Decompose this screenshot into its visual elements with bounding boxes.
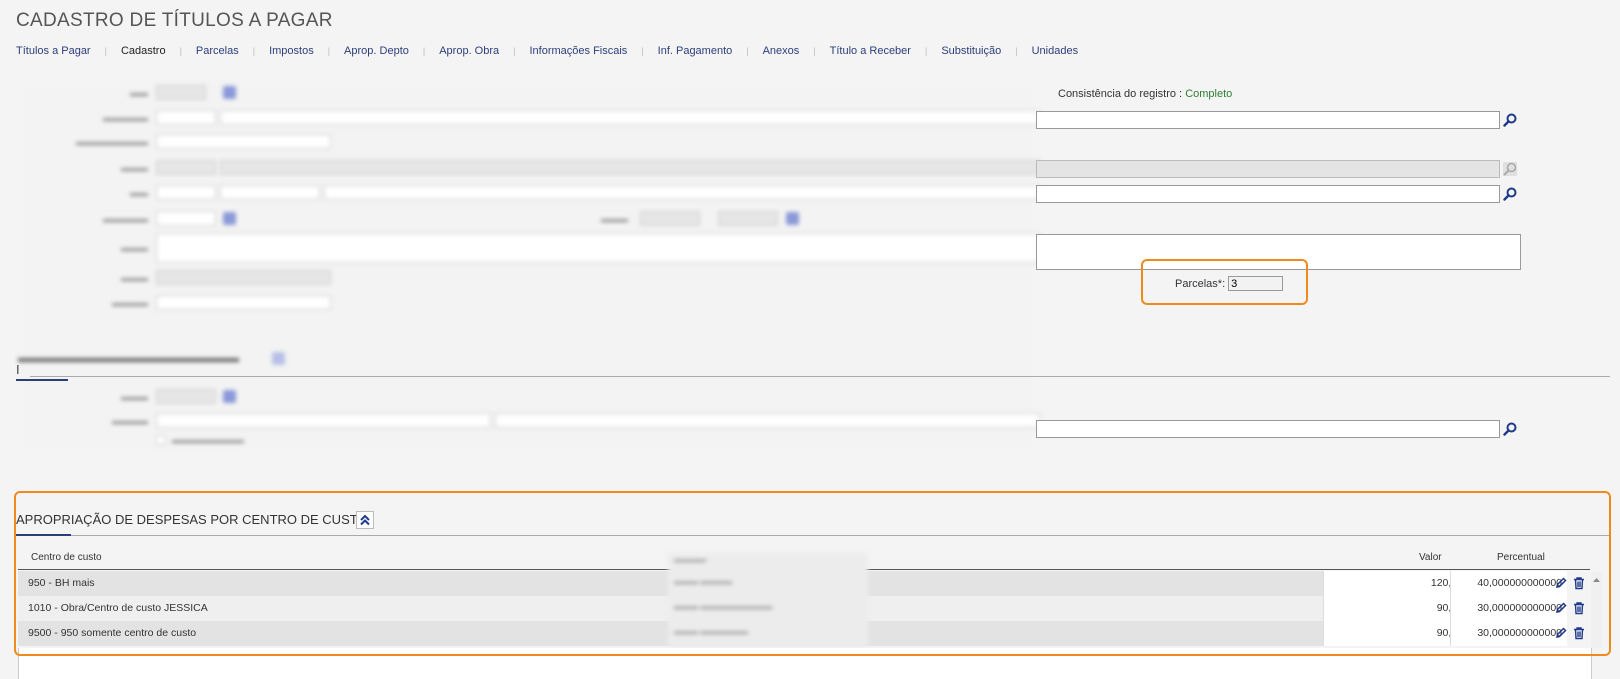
tab-separator: | (924, 46, 928, 56)
highlight-box (1141, 259, 1308, 305)
redacted-label: ▬▬▬▬▬ (103, 113, 148, 123)
redacted-field (156, 413, 491, 428)
tab-aprop-obra[interactable]: Aprop. Obra (439, 45, 499, 57)
redacted-label: ▬▬▬▬▬ (103, 214, 148, 224)
redacted-field (324, 185, 1040, 200)
tab-informacoes-fiscais[interactable]: Informações Fiscais (529, 45, 627, 57)
tab-separator: | (1015, 46, 1018, 56)
redacted-field (495, 413, 1040, 428)
redacted-field (156, 389, 216, 404)
tab-unidades[interactable]: Unidades (1032, 45, 1078, 57)
redacted-label: ▬▬▬ (121, 243, 148, 253)
text-input[interactable] (1036, 420, 1500, 438)
redacted-button (272, 352, 285, 365)
redacted-button (223, 390, 236, 403)
redacted-field (640, 211, 700, 226)
text-input[interactable] (1036, 185, 1500, 203)
tab-separator: | (513, 46, 516, 56)
redacted-label: ▬▬ (130, 88, 148, 98)
redacted-label: ▬▬▬ (121, 392, 148, 402)
tab-separator: | (252, 46, 256, 56)
tab-separator: | (104, 46, 107, 56)
redacted-label: ▬▬▬ (121, 163, 148, 173)
redacted-label: ▬▬▬▬ (112, 416, 148, 426)
search-icon (1503, 162, 1517, 176)
redacted-section-title: ▬▬▬▬▬▬▬▬▬▬▬▬▬▬▬▬▬ (18, 350, 239, 365)
redacted-label: ▬▬▬▬▬▬▬▬ (172, 435, 244, 445)
redacted-field (220, 185, 320, 200)
redacted-field (718, 211, 778, 226)
redacted-field (156, 185, 216, 200)
tab-parcelas[interactable]: Parcelas (196, 45, 239, 57)
tab-separator: | (641, 46, 644, 56)
section-divider (30, 376, 1610, 377)
tab-cadastro[interactable]: Cadastro (121, 45, 166, 57)
redacted-field (156, 295, 331, 310)
redacted-label: ▬▬▬ (601, 214, 628, 224)
tab-separator: | (422, 46, 426, 56)
redacted-button (223, 212, 236, 225)
search-icon[interactable] (1503, 113, 1517, 127)
redacted-form-area: ▬▬ ▬▬▬▬▬ ▬▬▬▬▬▬▬▬ ▬▬▬ ▬▬ ▬▬▬▬▬ ▬▬▬ ▬▬▬ ▬… (18, 80, 1040, 452)
tab-separator: | (813, 46, 816, 56)
tab-titulos-a-pagar[interactable]: Títulos a Pagar (16, 45, 91, 57)
consistencia-value: Completo (1185, 88, 1233, 100)
redacted-field (156, 233, 1040, 263)
redacted-field (156, 85, 206, 100)
redacted-field (156, 270, 331, 285)
redacted-field (156, 110, 216, 125)
tab-separator: | (179, 46, 182, 56)
section-marker: I (16, 362, 20, 377)
tab-substituicao[interactable]: Substituição (941, 45, 1001, 57)
redacted-field (220, 160, 1040, 175)
tab-inf-pagamento[interactable]: Inf. Pagamento (658, 45, 733, 57)
page-title: CADASTRO DE TÍTULOS A PAGAR (16, 10, 333, 31)
redacted-field (220, 110, 1040, 125)
search-icon[interactable] (1503, 187, 1517, 201)
redacted-label: ▬▬ (130, 188, 148, 198)
tab-titulo-a-receber[interactable]: Título a Receber (830, 45, 911, 57)
consistencia-label: Consistência do registro : (1058, 88, 1183, 100)
redacted-label: ▬▬▬▬ (112, 298, 148, 308)
redacted-button (223, 86, 236, 99)
redacted-field (156, 211, 216, 226)
redacted-label: ▬▬▬ (121, 273, 148, 283)
tab-bar: Títulos a Pagar | Cadastro | Parcelas | Imp… (16, 45, 1078, 57)
text-input[interactable] (1036, 111, 1500, 129)
disabled-input (1036, 160, 1500, 178)
redacted-field (156, 134, 331, 149)
redacted-field (156, 160, 216, 175)
redacted-label: ▬▬▬▬▬▬▬▬ (76, 137, 148, 147)
search-icon[interactable] (1503, 422, 1517, 436)
tab-aprop-depto[interactable]: Aprop. Depto (344, 45, 409, 57)
highlight-box (14, 491, 1611, 656)
redacted-button (786, 212, 799, 225)
tab-anexos[interactable]: Anexos (763, 45, 800, 57)
tab-impostos[interactable]: Impostos (269, 45, 314, 57)
tab-separator: | (327, 46, 331, 56)
tab-separator: | (746, 46, 749, 56)
redacted-checkbox (156, 435, 166, 445)
section-underline (16, 379, 68, 381)
consistencia-registro: Consistência do registro : Completo (1058, 88, 1232, 100)
